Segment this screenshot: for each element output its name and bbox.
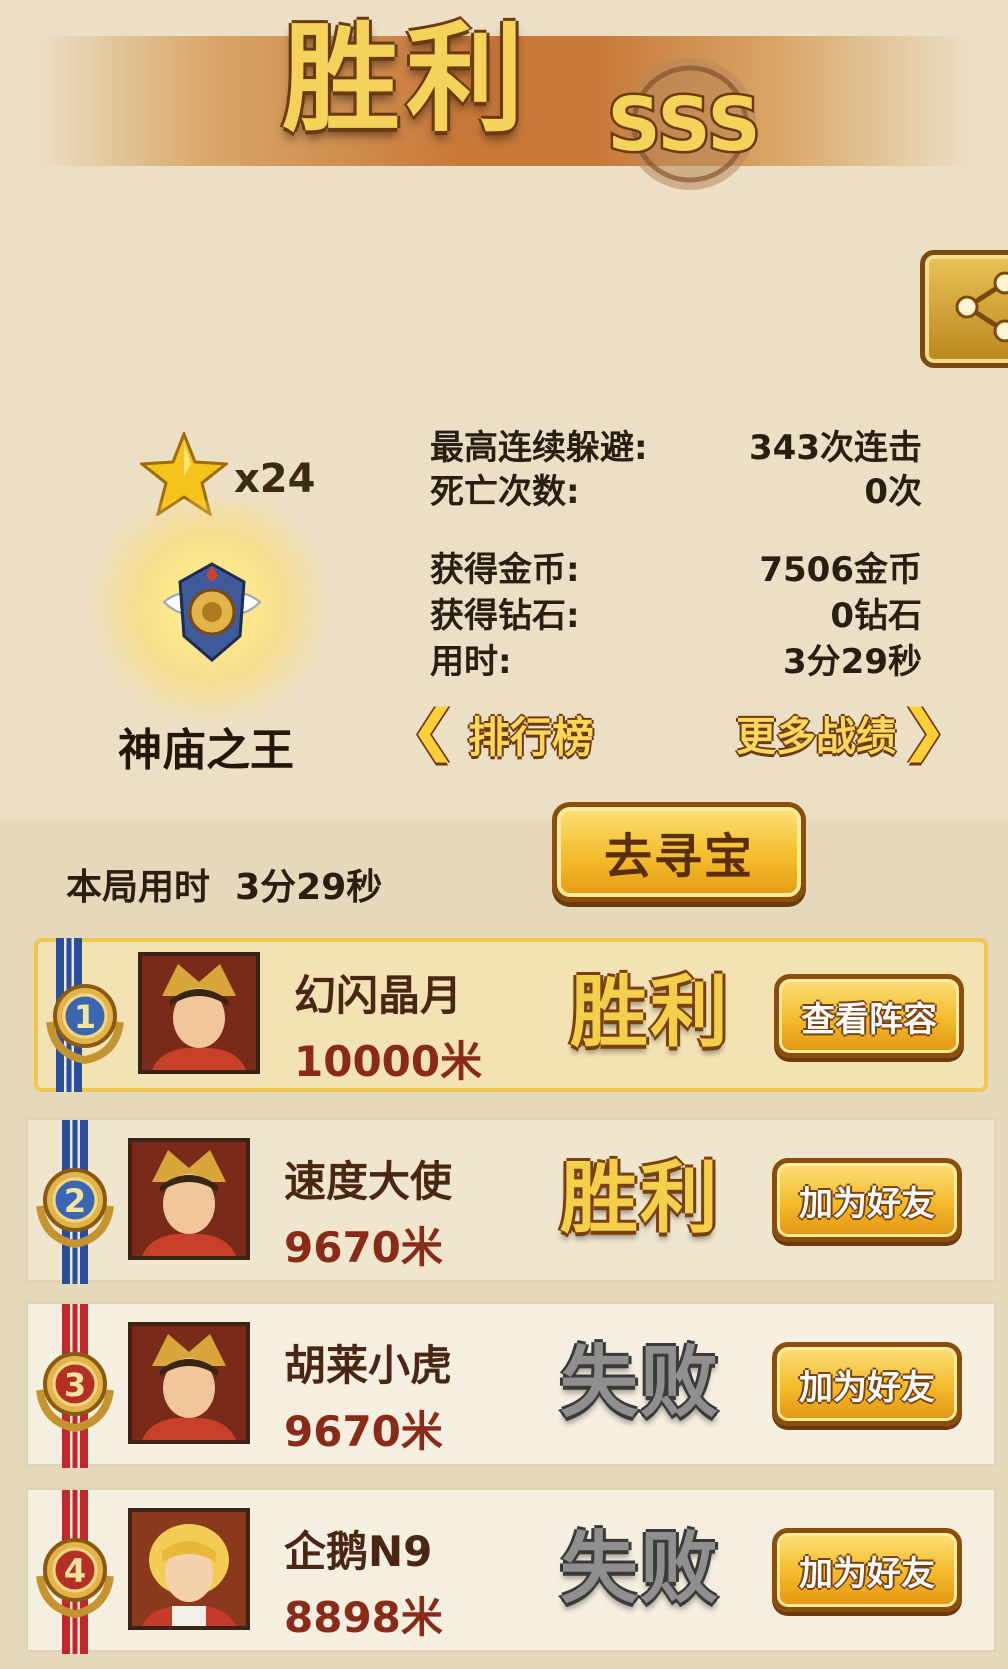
add-friend-button[interactable]: 加为好友 — [772, 1342, 962, 1426]
coins-label: 获得金币: — [430, 550, 580, 590]
player-avatar[interactable] — [128, 1322, 250, 1444]
player-row-2: 2 速度大使 9670米 胜利 加为好友 — [26, 1118, 996, 1284]
victory-title: 胜利 — [282, 10, 531, 148]
view-lineup-button[interactable]: 查看阵容 — [774, 974, 964, 1058]
player-row-1: 1 幻闪晶月 10000米 胜利 查看阵容 — [34, 938, 988, 1092]
round-time: 本局用时 3分29秒 — [66, 858, 382, 910]
player-distance: 9670米 — [284, 1223, 443, 1272]
more-records-link[interactable]: 更多战绩 — [736, 704, 896, 762]
max-dodge-label: 最高连续躲避: — [430, 428, 648, 468]
achievement-title: 神庙之王 — [118, 725, 294, 776]
player-avatar[interactable] — [138, 952, 260, 1074]
share-icon — [955, 271, 1008, 343]
player-distance: 9670米 — [284, 1407, 443, 1456]
share-button[interactable] — [920, 250, 1008, 368]
rank-grade: SSS — [607, 82, 760, 168]
result-label: 胜利 — [560, 1154, 721, 1244]
warrior-avatar-icon — [142, 956, 256, 1070]
round-time-label: 本局用时 — [66, 867, 211, 908]
sss-rank-seal-icon: SSS — [605, 58, 763, 190]
chevron-left-icon[interactable]: ❮ — [410, 698, 457, 763]
result-label: 失败 — [560, 1338, 721, 1428]
warrior-avatar-icon — [132, 1142, 246, 1256]
player-name: 胡莱小虎 — [284, 1341, 453, 1390]
player-distance: 8898米 — [284, 1593, 443, 1642]
warrior-avatar-icon — [132, 1326, 246, 1440]
rank-medal-icon: 4 — [36, 1538, 114, 1618]
player-name: 速度大使 — [284, 1157, 453, 1206]
time-label: 用时: — [430, 642, 512, 682]
add-friend-button[interactable]: 加为好友 — [772, 1528, 962, 1612]
rank-medal-icon: 3 — [36, 1352, 114, 1432]
chevron-right-icon[interactable]: ❯ — [900, 698, 947, 763]
temple-king-emblem-icon — [162, 562, 262, 662]
deaths-label: 死亡次数: — [430, 472, 580, 512]
round-time-value: 3分29秒 — [235, 867, 383, 908]
player-name: 企鹅N9 — [284, 1527, 433, 1576]
rank-medal-icon: 2 — [36, 1168, 114, 1248]
player-row-3: 3 胡莱小虎 9670米 失败 加为好友 — [26, 1302, 996, 1468]
deaths-value: 0次 — [864, 472, 922, 512]
rank-number: 2 — [64, 1182, 86, 1220]
rank-number: 4 — [64, 1552, 86, 1590]
diamonds-label: 获得钻石: — [430, 596, 580, 636]
player-avatar[interactable] — [128, 1138, 250, 1260]
leaderboard-link[interactable]: 排行榜 — [468, 704, 594, 765]
add-friend-button[interactable]: 加为好友 — [772, 1158, 962, 1242]
rank-number: 1 — [74, 998, 96, 1036]
girl-avatar-icon — [132, 1512, 246, 1626]
rank-medal-icon: 1 — [46, 984, 124, 1064]
treasure-hunt-button[interactable]: 去寻宝 — [552, 802, 806, 902]
player-row-4: 4 企鹅N9 8898米 失败 加为好友 — [26, 1488, 996, 1654]
star-count: x24 — [234, 456, 316, 502]
result-label: 胜利 — [570, 968, 731, 1058]
coins-value: 7506金币 — [759, 550, 922, 590]
max-dodge-value: 343次连击 — [749, 428, 922, 468]
player-distance: 10000米 — [294, 1037, 483, 1086]
player-avatar[interactable] — [128, 1508, 250, 1630]
result-label: 失败 — [560, 1524, 721, 1614]
rank-number: 3 — [64, 1366, 86, 1404]
player-name: 幻闪晶月 — [294, 971, 463, 1020]
diamonds-value: 0钻石 — [830, 596, 922, 636]
time-value: 3分29秒 — [783, 642, 922, 682]
